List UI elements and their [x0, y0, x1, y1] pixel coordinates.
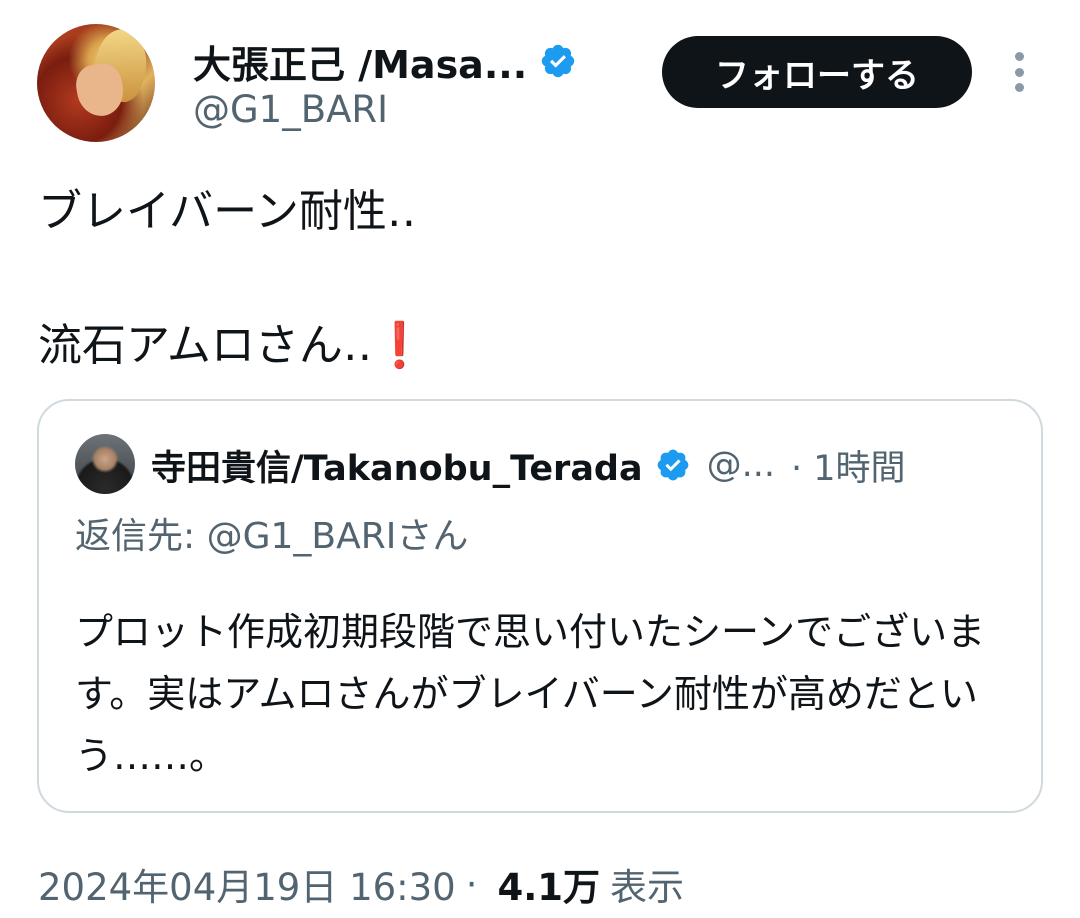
- follow-button[interactable]: フォローする: [662, 36, 972, 108]
- quoted-author-avatar[interactable]: [75, 434, 135, 494]
- views-count: 4.1万: [497, 866, 601, 909]
- tweet-meta: 2024年04月19日 16:30 · 4.1万 表示: [38, 856, 684, 912]
- more-dot: [1014, 83, 1024, 92]
- tweet: 大張正己 /Masa... @G1_BARI フォローする ブレイバーン耐性‥ …: [0, 0, 1080, 918]
- verified-badge-icon: [541, 44, 575, 78]
- quoted-author-handle[interactable]: @...: [707, 445, 775, 485]
- tweet-text: ブレイバーン耐性‥ 流石アムロさん‥❗: [38, 178, 1038, 379]
- author-display-name[interactable]: 大張正己 /Masa...: [193, 34, 527, 89]
- quoted-tweet-text: プロット作成初期段階で思い付いたシーンでございます。実はアムロさんがブレイバーン…: [75, 610, 986, 778]
- tweet-timestamp[interactable]: 2024年04月19日 16:30: [38, 857, 456, 911]
- more-dot: [1014, 67, 1024, 77]
- quoted-author-display-name[interactable]: 寺田貴信/Takanobu_Terada: [151, 440, 643, 491]
- quoted-tweet-time[interactable]: · 1時間: [791, 440, 906, 491]
- verified-badge-icon: [657, 449, 688, 481]
- quoted-tweet-card[interactable]: 寺田貴信/Takanobu_Terada @... · 1時間 返信先: @G1…: [37, 399, 1043, 813]
- quoted-reply-to[interactable]: 返信先: @G1_BARIさん: [75, 507, 468, 559]
- tweet-body: ブレイバーン耐性‥ 流石アムロさん‥: [38, 186, 417, 371]
- author-name-row[interactable]: 大張正己 /Masa...: [193, 33, 577, 89]
- meta-separator: ·: [465, 862, 478, 906]
- red-exclamation-emoji: ❗: [372, 320, 428, 371]
- author-avatar[interactable]: [37, 24, 155, 142]
- quoted-tweet-header: 寺田貴信/Takanobu_Terada @... · 1時間: [151, 437, 906, 493]
- views-label: 表示: [610, 866, 685, 909]
- more-dot: [1014, 52, 1024, 61]
- more-vertical-icon[interactable]: [1004, 52, 1034, 92]
- author-handle[interactable]: @G1_BARI: [193, 88, 388, 131]
